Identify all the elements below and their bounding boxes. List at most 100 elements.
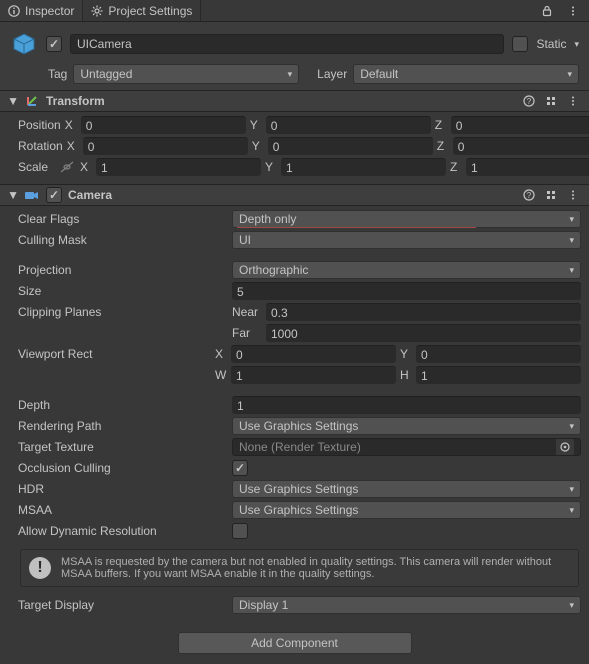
rendering-path-dropdown[interactable]: Use Graphics Settings▾ (232, 417, 581, 435)
hdr-dropdown[interactable]: Use Graphics Settings▾ (232, 480, 581, 498)
size-label: Size (18, 284, 228, 298)
msaa-label: MSAA (18, 503, 228, 517)
layer-dropdown[interactable]: Default ▾ (353, 64, 579, 84)
gameobject-name-input[interactable] (70, 34, 504, 54)
rotation-z-input[interactable] (453, 137, 589, 155)
svg-text:?: ? (527, 191, 532, 200)
menu-icon[interactable] (565, 93, 581, 109)
position-label: Position (18, 118, 61, 132)
camera-enabled-checkbox[interactable] (46, 187, 62, 203)
chevron-down-icon: ▾ (569, 600, 574, 611)
gameobject-icon[interactable] (10, 30, 38, 58)
transform-title: Transform (46, 94, 105, 108)
scale-x-input[interactable] (96, 158, 261, 176)
transform-header[interactable]: ▼ Transform ? (0, 90, 589, 112)
chevron-down-icon: ▾ (569, 421, 574, 432)
hdr-label: HDR (18, 482, 228, 496)
near-label: Near (232, 305, 262, 319)
tag-dropdown[interactable]: Untagged ▾ (73, 64, 299, 84)
gameobject-header: Static ▾ Tag Untagged ▾ Layer Default ▾ (0, 22, 589, 90)
far-input[interactable] (266, 324, 581, 342)
chevron-down-icon: ▾ (569, 214, 574, 225)
rotation-x-input[interactable] (83, 137, 248, 155)
rotation-y-input[interactable] (268, 137, 433, 155)
target-display-dropdown[interactable]: Display 1▾ (232, 596, 581, 614)
far-label: Far (232, 326, 262, 340)
object-picker-icon[interactable] (556, 439, 574, 455)
preset-icon[interactable] (543, 187, 559, 203)
static-checkbox[interactable] (512, 36, 528, 52)
camera-body: Clear Flags Depth only▾ Culling Mask UI▾… (0, 206, 589, 622)
gameobject-enabled-checkbox[interactable] (46, 36, 62, 52)
warning-icon: ! (29, 557, 51, 579)
clear-flags-dropdown[interactable]: Depth only▾ (232, 210, 581, 228)
tag-label: Tag (48, 67, 67, 81)
chevron-down-icon: ▾ (569, 265, 574, 276)
clipping-label: Clipping Planes (18, 305, 228, 319)
depth-label: Depth (18, 398, 228, 412)
scale-z-input[interactable] (466, 158, 589, 176)
camera-header[interactable]: ▼ Camera ? (0, 184, 589, 206)
position-x-input[interactable] (81, 116, 246, 134)
tab-project-settings[interactable]: Project Settings (83, 0, 201, 21)
tab-menu-icon[interactable] (565, 3, 581, 19)
rotation-label: Rotation (18, 139, 63, 153)
transform-icon (24, 93, 40, 109)
dynres-checkbox[interactable] (232, 523, 248, 539)
position-y-input[interactable] (266, 116, 431, 134)
info-icon (8, 5, 20, 17)
add-component-button[interactable]: Add Component (178, 632, 412, 654)
msaa-dropdown[interactable]: Use Graphics Settings▾ (232, 501, 581, 519)
static-dropdown-icon[interactable]: ▾ (574, 39, 579, 50)
camera-icon (24, 187, 40, 203)
tab-inspector-label: Inspector (25, 4, 74, 18)
culling-mask-dropdown[interactable]: UI▾ (232, 231, 581, 249)
clear-flags-label: Clear Flags (18, 212, 228, 226)
layer-label: Layer (317, 67, 347, 81)
help-icon[interactable]: ? (521, 93, 537, 109)
svg-text:?: ? (527, 97, 532, 106)
dynres-label: Allow Dynamic Resolution (18, 524, 228, 538)
lock-icon[interactable] (539, 3, 555, 19)
scale-label: Scale (18, 160, 76, 174)
link-scale-icon[interactable] (60, 161, 74, 173)
target-texture-label: Target Texture (18, 440, 228, 454)
chevron-down-icon: ▾ (569, 235, 574, 246)
projection-dropdown[interactable]: Orthographic▾ (232, 261, 581, 279)
tab-inspector[interactable]: Inspector (0, 0, 83, 21)
msaa-help-box: ! MSAA is requested by the camera but no… (20, 549, 579, 587)
viewport-label: Viewport Rect (18, 347, 211, 361)
layer-value: Default (360, 67, 398, 81)
help-icon[interactable]: ? (521, 187, 537, 203)
target-texture-field[interactable]: None (Render Texture) (232, 438, 581, 456)
near-input[interactable] (266, 303, 581, 321)
scale-y-input[interactable] (281, 158, 446, 176)
viewport-x-input[interactable] (231, 345, 396, 363)
chevron-down-icon: ▾ (569, 484, 574, 495)
tab-project-settings-label: Project Settings (108, 4, 192, 18)
position-z-input[interactable] (451, 116, 589, 134)
chevron-down-icon: ▾ (567, 69, 572, 80)
tag-value: Untagged (80, 67, 132, 81)
rendering-path-label: Rendering Path (18, 419, 228, 433)
preset-icon[interactable] (543, 93, 559, 109)
chevron-down-icon: ▾ (288, 69, 293, 80)
target-display-label: Target Display (18, 598, 228, 612)
size-input[interactable] (232, 282, 581, 300)
depth-input[interactable] (232, 396, 581, 414)
viewport-h-input[interactable] (416, 366, 581, 384)
menu-icon[interactable] (565, 187, 581, 203)
gear-icon (91, 5, 103, 17)
tab-bar: Inspector Project Settings (0, 0, 589, 22)
viewport-w-input[interactable] (231, 366, 396, 384)
foldout-icon[interactable]: ▼ (8, 94, 18, 108)
msaa-help-text: MSAA is requested by the camera but not … (61, 556, 570, 580)
foldout-icon[interactable]: ▼ (8, 188, 18, 202)
transform-body: Position X Y Z Rotation X Y Z Scale X Y … (0, 112, 589, 184)
occlusion-checkbox[interactable] (232, 460, 248, 476)
viewport-y-input[interactable] (416, 345, 581, 363)
occlusion-label: Occlusion Culling (18, 461, 228, 475)
static-label: Static (536, 37, 566, 51)
axis-y: Y (250, 118, 262, 132)
culling-mask-label: Culling Mask (18, 233, 228, 247)
